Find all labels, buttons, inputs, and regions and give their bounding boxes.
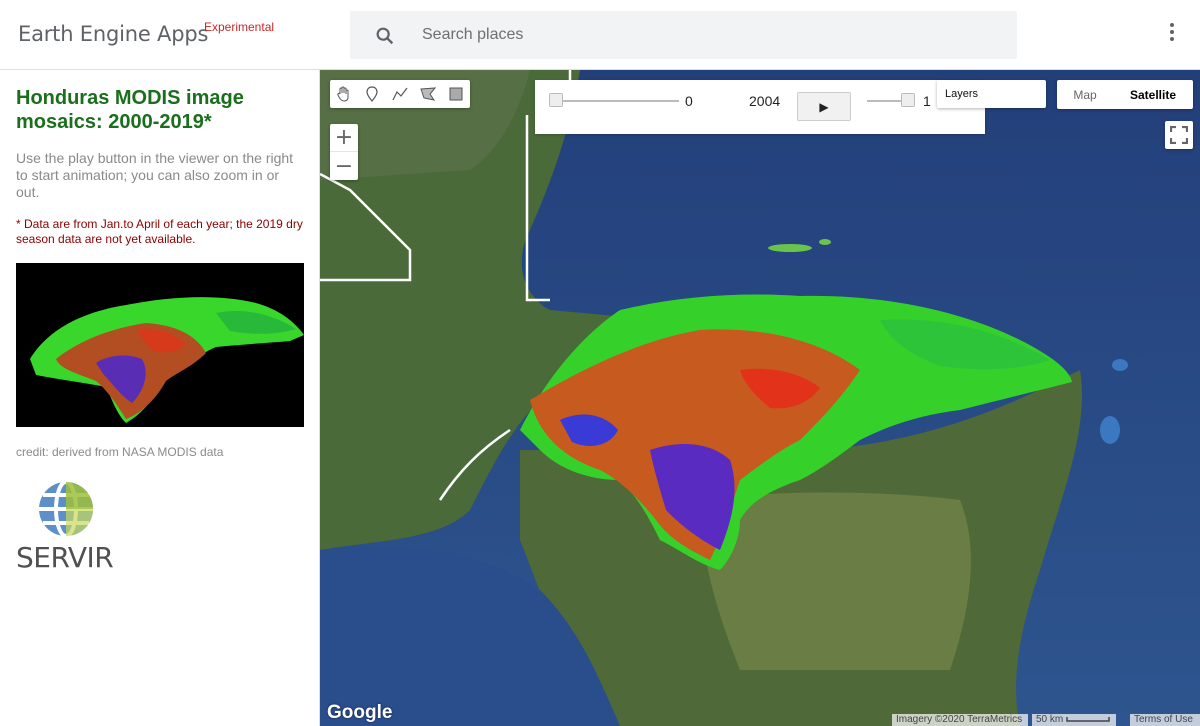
line-icon[interactable]	[386, 80, 414, 108]
animation-panel: 0 2004 ▶ 1	[535, 80, 985, 134]
scale-label: 50 km	[1036, 714, 1064, 725]
hand-icon[interactable]	[330, 80, 358, 108]
search-input[interactable]	[422, 11, 1002, 59]
servir-logo: SERVIR	[16, 475, 126, 575]
search-icon[interactable]	[374, 25, 396, 47]
experimental-badge: Experimental	[204, 20, 275, 34]
more-vert-icon[interactable]	[1162, 23, 1182, 47]
search-box[interactable]	[350, 11, 1017, 59]
terms-of-use-link[interactable]: Terms of Use	[1130, 714, 1200, 726]
map-type-control: Map Satellite	[1057, 80, 1193, 109]
rectangle-icon[interactable]	[442, 80, 470, 108]
point-icon[interactable]	[358, 80, 386, 108]
servir-logo-text: SERVIR	[16, 541, 114, 574]
side-panel: Honduras MODIS image mosaics: 2000-2019*…	[0, 70, 320, 726]
drawing-tools	[330, 80, 470, 108]
panel-description: Use the play button in the viewer on the…	[16, 150, 294, 200]
frame-slider-handle[interactable]	[549, 93, 563, 107]
map-viewer[interactable]: + − 0 2004 ▶ 1 Layers Map Satellite Goog…	[320, 70, 1200, 726]
play-button[interactable]: ▶	[797, 92, 851, 121]
satellite-imagery	[320, 70, 1200, 726]
opacity-slider[interactable]	[867, 93, 915, 107]
fullscreen-icon[interactable]	[1165, 121, 1193, 149]
app-header: Earth Engine Apps Experimental	[0, 0, 1200, 70]
imagery-credit: Imagery ©2020 TerraMetrics	[892, 714, 1028, 726]
zoom-in-button[interactable]: +	[330, 124, 358, 152]
zoom-control: + −	[330, 124, 358, 180]
app-brand[interactable]: Earth Engine Apps	[18, 22, 208, 46]
scale-bar[interactable]: 50 km	[1032, 714, 1116, 726]
layers-button[interactable]: Layers	[937, 80, 1046, 108]
panel-title: Honduras MODIS image mosaics: 2000-2019*	[16, 87, 244, 133]
data-credit: credit: derived from NASA MODIS data	[16, 445, 224, 459]
map-type-satellite-button[interactable]: Satellite	[1113, 80, 1193, 109]
mosaic-thumbnail	[16, 263, 304, 427]
frame-slider[interactable]	[549, 93, 679, 107]
opacity-slider-value: 1	[923, 93, 931, 109]
panel-note: * Data are from Jan.to April of each yea…	[16, 217, 303, 246]
map-type-map-button[interactable]: Map	[1057, 80, 1113, 109]
zoom-out-button[interactable]: −	[330, 152, 358, 180]
year-label: 2004	[749, 93, 781, 109]
frame-slider-value: 0	[685, 93, 693, 109]
polygon-icon[interactable]	[414, 80, 442, 108]
google-logo: Google	[327, 702, 393, 723]
opacity-slider-handle[interactable]	[901, 93, 915, 107]
